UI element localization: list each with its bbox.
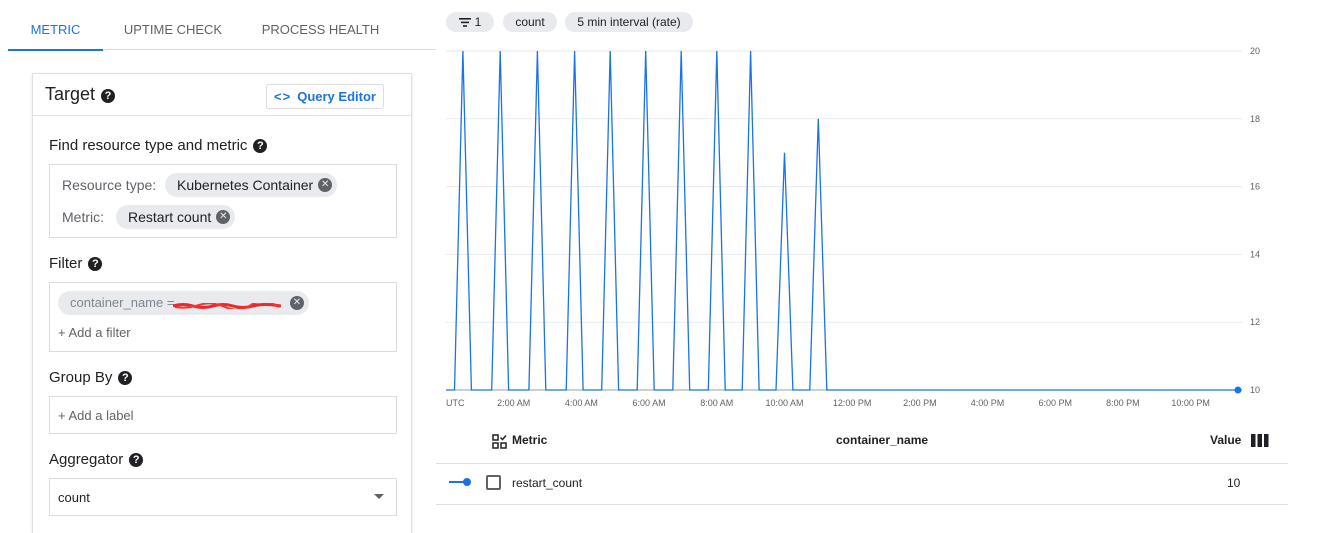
- target-panel: Target? <> Query Editor Find resource typ…: [32, 73, 412, 533]
- help-icon[interactable]: ?: [129, 453, 144, 467]
- series-checkbox[interactable]: [486, 475, 501, 490]
- group-by-text: Group By: [49, 369, 113, 386]
- resource-section-text: Find resource type and metric: [49, 137, 248, 154]
- x-tick-label: 10:00 PM: [1171, 398, 1210, 408]
- target-header: Target? <> Query Editor: [33, 74, 411, 116]
- legend-metric-header[interactable]: Metric: [512, 433, 547, 447]
- x-tick-label: 6:00 AM: [633, 398, 666, 408]
- filter-box[interactable]: container_name = ✕ + Add a filter: [49, 282, 397, 352]
- help-icon[interactable]: ?: [253, 139, 268, 153]
- series-end-point: [1234, 386, 1242, 394]
- x-tick-label: UTC: [446, 398, 465, 408]
- tab-uptime-check[interactable]: UPTIME CHECK: [108, 0, 238, 50]
- aggregator-value: count: [58, 490, 90, 505]
- y-tick-label: 10: [1250, 385, 1260, 395]
- aggregator-text: Aggregator: [49, 451, 124, 468]
- restart-count-chart[interactable]: 10 12 14 16 18 20 UTC 2:00 AM 4:00 AM 6:00 AM 8:0…: [440, 40, 1270, 415]
- code-icon: <>: [274, 89, 292, 104]
- x-tick-label: 8:00 PM: [1106, 398, 1140, 408]
- filter-label: Filter?: [49, 255, 103, 272]
- add-filter-link[interactable]: + Add a filter: [58, 325, 131, 340]
- y-axis-ticks: 10 12 14 16 18 20: [1250, 46, 1260, 395]
- chart-grid: [446, 50, 1242, 391]
- resource-metric-box[interactable]: Resource type: Kubernetes Container ✕ Me…: [49, 164, 397, 238]
- y-tick-label: 14: [1250, 249, 1260, 259]
- tab-process-health[interactable]: PROCESS HEALTH: [248, 0, 393, 50]
- close-icon[interactable]: ✕: [318, 178, 333, 192]
- redaction-mark: [173, 303, 281, 309]
- chevron-down-icon: [374, 494, 384, 499]
- filter-count: 1: [474, 15, 482, 29]
- series-color-swatch: [449, 478, 471, 486]
- target-title: Target?: [45, 84, 116, 105]
- group-by-label: Group By?: [49, 369, 133, 386]
- legend-divider: [436, 463, 1288, 464]
- count-pill[interactable]: count: [503, 12, 557, 32]
- interval-label: 5 min interval (rate): [577, 15, 681, 29]
- query-editor-button[interactable]: <> Query Editor: [266, 84, 384, 109]
- group-by-box[interactable]: + Add a label: [49, 396, 397, 434]
- x-tick-label: 10:00 AM: [765, 398, 803, 408]
- close-icon[interactable]: ✕: [290, 296, 304, 310]
- filter-label-text: Filter: [49, 255, 83, 272]
- help-icon[interactable]: ?: [101, 89, 116, 103]
- aggregator-select[interactable]: count: [49, 478, 397, 516]
- resource-type-value: Kubernetes Container: [177, 177, 314, 193]
- y-tick-label: 12: [1250, 317, 1260, 327]
- legend-container-name-header[interactable]: container_name: [836, 433, 928, 447]
- target-title-text: Target: [45, 84, 96, 104]
- resource-type-label: Resource type:: [62, 177, 157, 193]
- filter-list-icon: [458, 18, 471, 28]
- y-tick-label: 16: [1250, 182, 1260, 192]
- column-settings-icon[interactable]: [1251, 434, 1269, 447]
- legend-divider: [436, 504, 1288, 505]
- x-tick-label: 2:00 PM: [903, 398, 937, 408]
- resource-section-label: Find resource type and metric?: [49, 137, 268, 154]
- metric-value: Restart count: [128, 209, 212, 225]
- legend-value-header[interactable]: Value: [1210, 433, 1241, 447]
- y-tick-label: 20: [1250, 46, 1260, 56]
- count-label: count: [515, 15, 545, 29]
- metric-label: Metric:: [62, 209, 104, 225]
- x-tick-label: 4:00 AM: [565, 398, 598, 408]
- resource-type-chip[interactable]: Kubernetes Container ✕: [165, 173, 338, 197]
- help-icon[interactable]: ?: [118, 371, 133, 385]
- add-label-link[interactable]: + Add a label: [58, 408, 134, 423]
- tab-metric[interactable]: METRIC: [8, 0, 103, 51]
- query-editor-label: Query Editor: [297, 89, 376, 104]
- x-tick-label: 8:00 AM: [700, 398, 733, 408]
- legend-row-metric: restart_count: [512, 476, 583, 490]
- x-tick-label: 6:00 PM: [1038, 398, 1072, 408]
- legend-toggle-icon[interactable]: [492, 434, 507, 449]
- x-axis-ticks: UTC 2:00 AM 4:00 AM 6:00 AM 8:00 AM 10:00 AM 1…: [446, 398, 1210, 408]
- close-icon[interactable]: ✕: [216, 210, 231, 224]
- x-tick-label: 4:00 PM: [971, 398, 1005, 408]
- filter-chip-text: container_name =: [70, 295, 175, 310]
- x-tick-label: 12:00 PM: [833, 398, 872, 408]
- metric-chip[interactable]: Restart count ✕: [116, 205, 236, 229]
- filter-count-pill[interactable]: 1: [446, 12, 494, 32]
- aggregator-label: Aggregator?: [49, 451, 144, 468]
- help-icon[interactable]: ?: [88, 257, 103, 271]
- legend-row-value: 10: [1227, 476, 1241, 490]
- filter-chip[interactable]: container_name = ✕: [58, 291, 309, 315]
- interval-pill[interactable]: 5 min interval (rate): [565, 12, 693, 32]
- x-tick-label: 2:00 AM: [497, 398, 530, 408]
- series-line-restart-count: [446, 50, 1238, 391]
- y-tick-label: 18: [1250, 114, 1260, 124]
- tab-bar: METRIC UPTIME CHECK PROCESS HEALTH: [8, 0, 436, 51]
